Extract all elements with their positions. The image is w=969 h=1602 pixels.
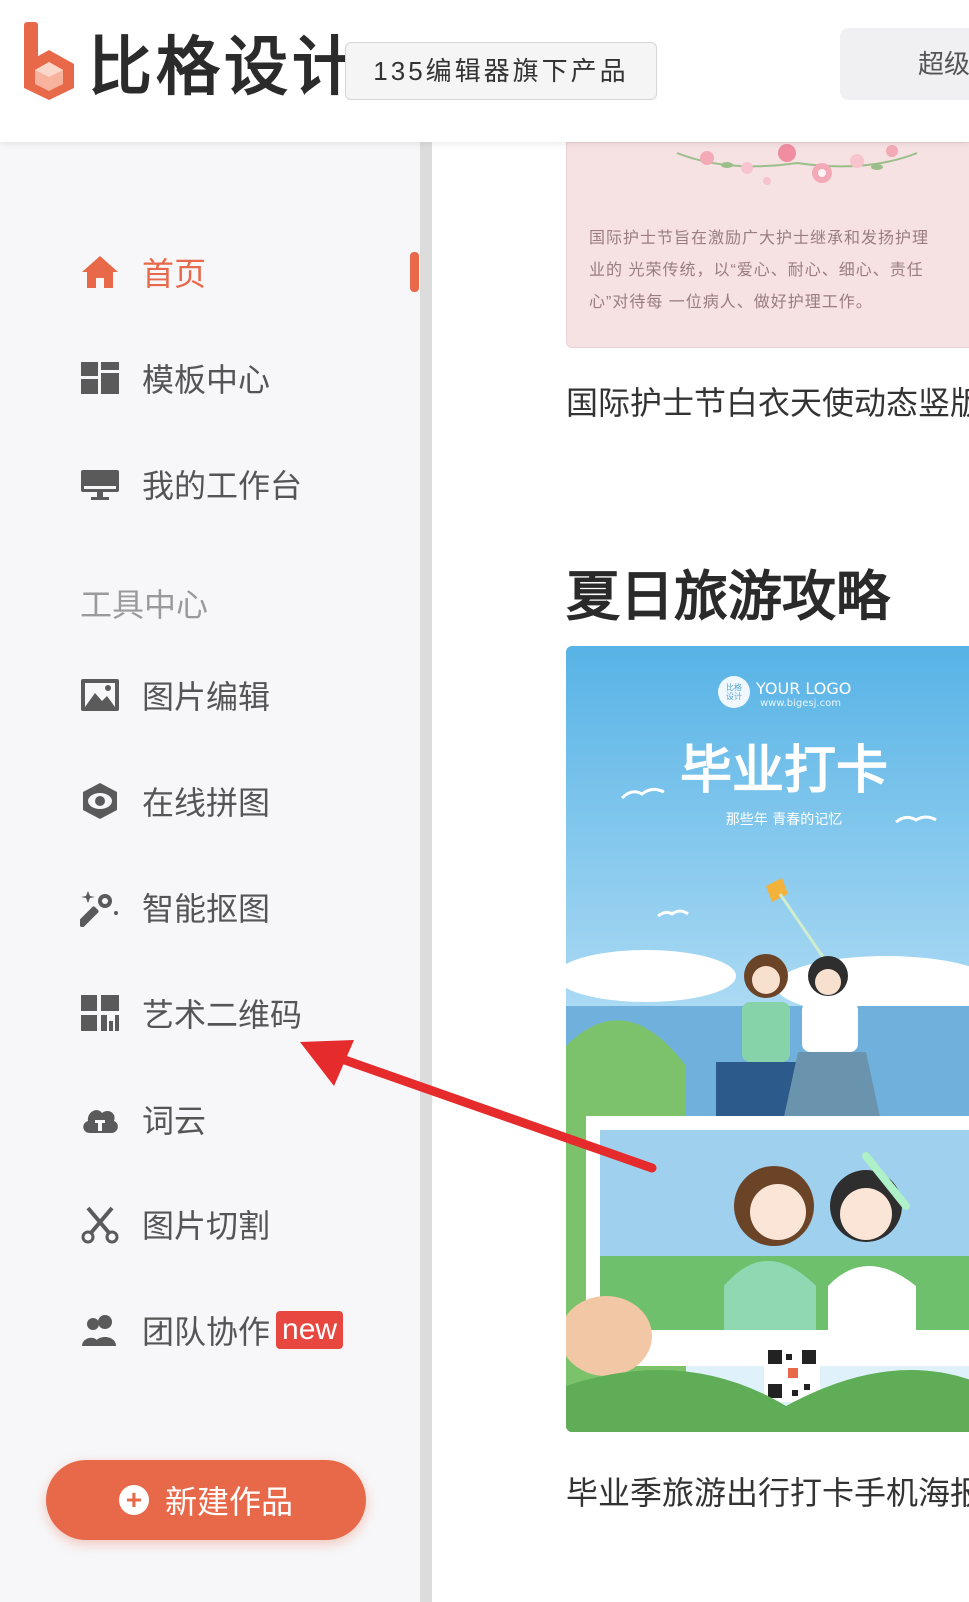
poster-logo-sub: www.bigesj.com xyxy=(760,698,841,709)
brand-name[interactable]: 比格设计 xyxy=(88,28,360,108)
section-title: 夏日旅游攻略 xyxy=(566,567,890,627)
sidebar-item-label: 在线拼图 xyxy=(142,785,271,821)
sidebar-scrollbar[interactable] xyxy=(420,142,432,1602)
sidebar-item-home[interactable]: 首页 xyxy=(80,242,206,302)
poster-subline: 那些年 青春的记忆 xyxy=(726,812,842,828)
sidebar-item-label: 团队协作 xyxy=(142,1314,271,1350)
card-text-line: 业的 光荣传统，以“爱心、耐心、细心、责任 xyxy=(589,262,924,279)
sidebar-item-image-slice[interactable]: 图片切割 xyxy=(80,1194,270,1254)
sidebar-item-collage[interactable]: 在线拼图 xyxy=(80,771,270,831)
sidebar-item-label: 我的工作台 xyxy=(142,468,303,504)
svg-text:比格: 比格 xyxy=(726,682,742,692)
image-icon xyxy=(80,675,120,715)
new-badge: new xyxy=(276,1311,344,1349)
main-content: 国际护士节旨在激励广大护士继承和发扬护理 业的 光荣传统，以“爱心、耐心、细心、… xyxy=(432,142,969,1602)
template-card-nurse[interactable]: 国际护士节旨在激励广大护士继承和发扬护理 业的 光荣传统，以“爱心、耐心、细心、… xyxy=(566,142,969,348)
top-header: 比格设计 135编辑器旗下产品 超级 xyxy=(0,0,969,142)
eye-hexagon-icon xyxy=(80,781,120,821)
sidebar-item-workspace[interactable]: 我的工作台 xyxy=(80,454,302,514)
sidebar-item-label: 图片切割 xyxy=(142,1208,271,1244)
qrcode-icon xyxy=(80,993,120,1033)
graduation-poster-illustration: 比格 设计 YOUR LOGO www.bigesj.com 毕业打卡 那些年 … xyxy=(566,646,969,1432)
sidebar-item-cutout[interactable]: 智能抠图 xyxy=(80,877,270,937)
poster-headline: 毕业打卡 xyxy=(680,740,888,801)
card-body-text: 国际护士节旨在激励广大护士继承和发扬护理 业的 光荣传统，以“爱心、耐心、细心、… xyxy=(589,223,969,319)
tools-section-label: 工具中心 xyxy=(80,587,209,623)
card-text-line: 心”对待每 一位病人、做好护理工作。 xyxy=(589,294,873,311)
scissors-icon xyxy=(80,1204,120,1244)
monitor-icon xyxy=(80,464,120,504)
sidebar-item-templates[interactable]: 模板中心 xyxy=(80,348,270,408)
cloud-icon xyxy=(80,1099,120,1139)
sidebar-item-label: 模板中心 xyxy=(142,362,271,398)
sidebar-item-team[interactable]: 团队协作 new xyxy=(80,1300,344,1360)
brand-logo-icon[interactable] xyxy=(20,22,78,100)
grid-icon xyxy=(80,358,120,398)
plus-icon: + xyxy=(118,1485,149,1515)
template-title-nurse[interactable]: 国际护士节白衣天使动态竖版 xyxy=(566,378,969,424)
template-title-graduation[interactable]: 毕业季旅游出行打卡手机海报 xyxy=(566,1468,969,1514)
active-indicator xyxy=(410,252,419,292)
brand-tagline: 135编辑器旗下产品 xyxy=(345,42,657,100)
poster-logo-text: YOUR LOGO xyxy=(755,679,851,698)
new-work-label: 新建作品 xyxy=(164,1484,293,1520)
sidebar-item-label: 首页 xyxy=(142,256,207,292)
home-icon xyxy=(80,252,120,292)
sidebar-item-label: 词云 xyxy=(142,1103,207,1139)
sidebar-item-art-qrcode[interactable]: 艺术二维码 xyxy=(80,983,302,1043)
new-work-button[interactable]: + 新建作品 xyxy=(46,1460,366,1540)
sidebar-item-label: 图片编辑 xyxy=(142,679,271,715)
svg-text:设计: 设计 xyxy=(726,691,742,701)
sidebar-item-image-edit[interactable]: 图片编辑 xyxy=(80,665,270,725)
card-text-line: 国际护士节旨在激励广大护士继承和发扬护理 xyxy=(589,230,930,247)
sidebar-item-label: 艺术二维码 xyxy=(142,997,303,1033)
flower-decoration-icon xyxy=(676,144,918,185)
sidebar-item-label: 智能抠图 xyxy=(142,891,271,927)
header-action-button[interactable]: 超级 xyxy=(840,28,969,100)
magic-wand-icon xyxy=(80,887,120,927)
sidebar-item-word-cloud[interactable]: 词云 xyxy=(80,1089,206,1149)
team-icon xyxy=(80,1310,120,1350)
template-card-graduation[interactable]: 比格 设计 YOUR LOGO www.bigesj.com 毕业打卡 那些年 … xyxy=(566,646,969,1432)
